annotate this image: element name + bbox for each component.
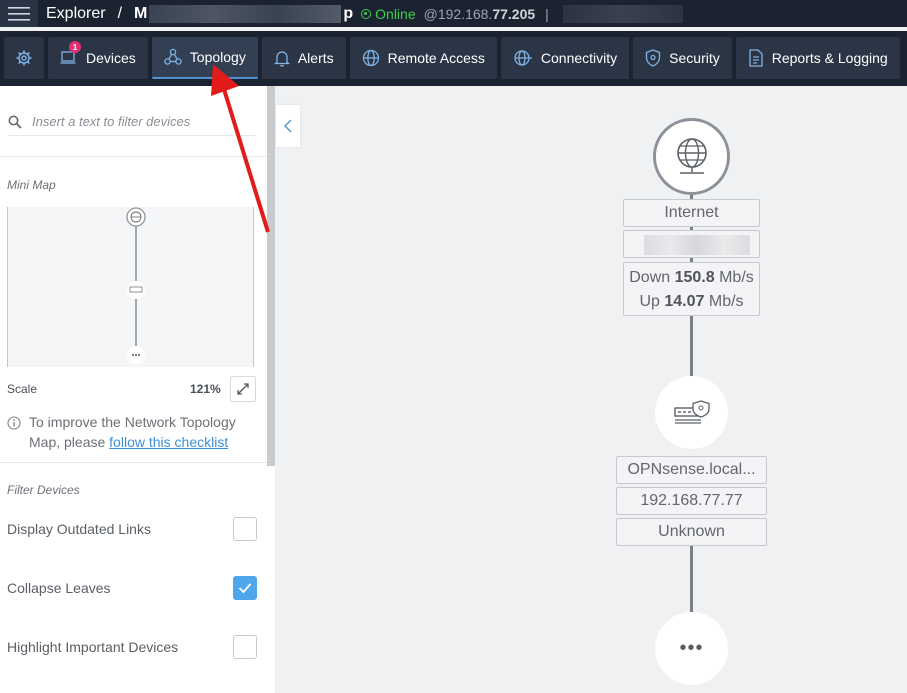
down-label: Down — [629, 269, 671, 286]
main-nav: 1 Devices Topology Alerts Remote Access — [0, 31, 907, 86]
gateway-name-label: OPNsense.local... — [616, 456, 767, 484]
internet-label: Internet — [623, 199, 760, 227]
hamburger-menu-button[interactable] — [0, 0, 38, 27]
topology-tip: To improve the Network Topology Map, ple… — [7, 412, 252, 452]
connectivity-icon — [514, 50, 532, 66]
gateway-type-label: Unknown — [616, 518, 767, 546]
settings-button[interactable] — [4, 37, 44, 79]
filter-devices-title: Filter Devices — [7, 483, 80, 497]
scale-value: 121% — [190, 382, 221, 396]
tab-reports-logging[interactable]: Reports & Logging — [735, 37, 900, 79]
divider — [0, 462, 267, 463]
check-icon — [238, 583, 252, 594]
breadcrumb: Explorer / M p — [46, 4, 354, 23]
tab-remote-access[interactable]: Remote Access — [349, 37, 497, 79]
filter-display-outdated-links: Display Outdated Links — [7, 515, 257, 543]
globe-icon — [362, 49, 379, 67]
devices-badge: 1 — [69, 41, 81, 53]
upload-speed: Up 14.07 Mb/s — [624, 290, 759, 314]
tab-label: Connectivity — [540, 50, 618, 66]
ip-prefix: @192.168. — [423, 5, 493, 22]
gateway-node[interactable] — [655, 376, 728, 449]
gateway-ip-label: 192.168.77.77 — [616, 487, 767, 515]
internet-node[interactable] — [653, 118, 730, 195]
highlight-important-devices-checkbox[interactable] — [233, 635, 257, 659]
breadcrumb-explorer[interactable]: Explorer — [46, 5, 106, 23]
redacted-info — [562, 4, 683, 23]
download-speed: Down 150.8 Mb/s — [624, 266, 759, 290]
tab-label: Alerts — [297, 50, 334, 66]
ip-highlight: 77.205 — [492, 5, 536, 22]
topology-icon — [164, 48, 182, 65]
annotation-arrow — [211, 64, 270, 233]
topbar-separator: | — [545, 5, 549, 22]
filter-label: Collapse Leaves — [7, 580, 111, 596]
tab-devices[interactable]: 1 Devices — [48, 37, 148, 79]
shield-icon — [646, 49, 661, 67]
checklist-link[interactable]: follow this checklist — [109, 434, 228, 450]
status-badge: Online — [361, 5, 416, 22]
redacted-network-name — [149, 4, 342, 23]
filter-label: Highlight Important Devices — [7, 639, 179, 655]
fit-to-screen-button[interactable] — [230, 376, 256, 402]
online-status-icon — [361, 8, 372, 19]
collapse-leaves-checkbox[interactable] — [233, 576, 257, 600]
tab-label: Remote Access — [387, 50, 485, 66]
breadcrumb-separator: / — [117, 4, 123, 22]
redacted-isp — [644, 235, 750, 255]
firewall-router-icon — [673, 399, 710, 424]
down-unit: Mb/s — [719, 269, 754, 286]
filter-highlight-important-devices: Highlight Important Devices — [7, 633, 257, 661]
gear-icon — [16, 50, 32, 66]
up-label: Up — [639, 293, 660, 310]
menu-icon — [8, 6, 30, 21]
device-ip: @192.168.77.205 — [424, 6, 536, 22]
collapse-sidebar-button[interactable] — [276, 105, 300, 147]
network-name-suffix: p — [343, 4, 354, 22]
up-unit: Mb/s — [708, 293, 744, 310]
tab-label: Reports & Logging — [771, 50, 888, 66]
minimap-title: Mini Map — [7, 178, 56, 192]
bell-icon — [273, 51, 290, 67]
tab-security[interactable]: Security — [633, 37, 732, 79]
chevron-left-icon — [284, 119, 292, 133]
tab-label: Security — [669, 50, 720, 66]
tab-connectivity[interactable]: Connectivity — [500, 37, 630, 79]
bandwidth-box: Down 150.8 Mb/s Up 14.07 Mb/s — [623, 262, 760, 316]
tip-text: To improve the Network Topology Map, ple… — [29, 412, 252, 452]
link-line — [690, 546, 693, 614]
top-bar: Explorer / M p Online @192.168.77.205 | — [0, 0, 907, 27]
link-line — [690, 316, 693, 378]
filter-label: Display Outdated Links — [7, 521, 151, 537]
expand-icon — [237, 383, 249, 395]
search-icon — [8, 115, 22, 129]
down-value: 150.8 — [674, 269, 715, 286]
up-value: 14.07 — [664, 293, 705, 310]
globe-icon — [676, 137, 707, 174]
tab-label: Devices — [86, 50, 136, 66]
network-name-prefix: M — [134, 4, 148, 22]
display-outdated-links-checkbox[interactable] — [233, 517, 257, 541]
status-text: Online — [375, 5, 416, 22]
filter-collapse-leaves: Collapse Leaves — [7, 574, 257, 602]
scale-label: Scale — [7, 382, 38, 396]
collapsed-leaves-node[interactable]: ••• — [655, 612, 728, 685]
report-icon — [749, 49, 763, 67]
info-icon — [7, 416, 21, 430]
